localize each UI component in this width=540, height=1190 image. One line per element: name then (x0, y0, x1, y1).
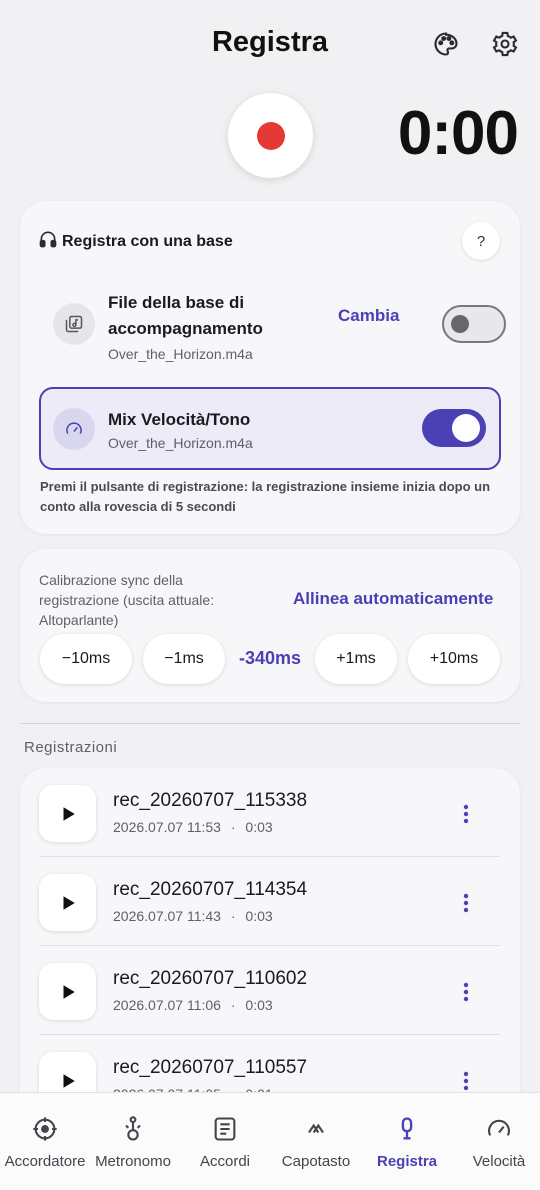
recording-date: 2026.07.07 11:53 (113, 819, 221, 835)
more-options-icon[interactable] (454, 800, 478, 828)
nav-label: Velocità (472, 1153, 526, 1170)
speed-icon (483, 1113, 515, 1145)
recording-duration: 0:03 (245, 819, 273, 835)
backing-file-row: File della base di accompagnamento Over_… (40, 286, 506, 371)
calibration-label: Calibrazione sync della registrazione (u… (39, 572, 215, 628)
tuner-icon (29, 1113, 61, 1145)
more-options-icon[interactable] (454, 889, 478, 917)
recording-duration: 0:03 (245, 908, 273, 924)
recording-name: rec_20260707_115338 (113, 790, 308, 811)
recordings-section-label: Registrazioni (24, 739, 118, 756)
record-button[interactable] (228, 93, 313, 178)
recording-name: rec_20260707_110602 (113, 968, 308, 989)
minus-10ms-button[interactable]: −10ms (40, 634, 132, 684)
app-header: Registra (0, 0, 540, 90)
recording-meta: 2026.07.07 11:06 · 0:03 (113, 997, 273, 1013)
headphones-icon (38, 229, 58, 254)
toggle-knob (452, 414, 480, 442)
play-button[interactable] (39, 963, 96, 1020)
toggle-knob (451, 315, 469, 333)
metronome-icon (117, 1113, 149, 1145)
backing-card-title: Registra con una base (38, 229, 233, 254)
backing-file-title: File della base di accompagnamento (108, 293, 263, 338)
capo-icon (300, 1113, 332, 1145)
list-item[interactable]: rec_20260707_110602 2026.07.07 11:06 · 0… (20, 946, 520, 1035)
recording-name: rec_20260707_110557 (113, 1057, 308, 1078)
play-button[interactable] (39, 874, 96, 931)
play-icon (63, 806, 75, 821)
auto-align-button[interactable]: Allinea automaticamente (293, 589, 493, 609)
play-icon (63, 895, 75, 910)
minus-1ms-button[interactable]: −1ms (143, 634, 225, 684)
recording-date: 2026.07.07 11:06 (113, 997, 221, 1013)
recording-meta: 2026.07.07 11:43 · 0:03 (113, 908, 273, 924)
section-divider (20, 723, 520, 724)
settings-gear-icon[interactable] (489, 28, 521, 60)
nav-label: Accordi (199, 1153, 251, 1170)
more-options-icon[interactable] (454, 978, 478, 1006)
recording-date: 2026.07.07 11:43 (113, 908, 221, 924)
backing-card-title-text: Registra con una base (62, 232, 233, 250)
palette-icon[interactable] (430, 28, 462, 60)
play-icon (63, 984, 75, 999)
backing-track-card: Registra con una base ? File della base … (20, 201, 520, 534)
nav-label: Metronomo (95, 1153, 171, 1170)
list-item[interactable]: rec_20260707_114354 2026.07.07 11:43 · 0… (20, 857, 520, 946)
recording-name: rec_20260707_114354 (113, 879, 308, 900)
mix-file-name: Over_the_Horizon.m4a (108, 435, 253, 451)
more-options-icon[interactable] (454, 1067, 478, 1095)
mix-title: Mix Velocità/Tono (108, 410, 251, 429)
sync-calibration-card: Calibrazione sync della registrazione (u… (20, 549, 520, 702)
chords-icon (209, 1113, 241, 1145)
list-item[interactable]: rec_20260707_115338 2026.07.07 11:53 · 0… (20, 768, 520, 857)
nav-item-metronomo[interactable]: Metronomo (88, 1093, 178, 1190)
speed-pitch-mix-row: Mix Velocità/Tono Over_the_Horizon.m4a (39, 387, 501, 470)
countdown-note: Premi il pulsante di registrazione: la r… (40, 479, 491, 514)
recording-timer: 0:00 (397, 99, 519, 168)
meta-separator: · (230, 908, 236, 924)
music-library-icon (53, 303, 95, 345)
nav-item-registra[interactable]: Registra (362, 1093, 452, 1190)
play-icon (63, 1073, 75, 1088)
sync-offset-value: -340ms (238, 648, 302, 668)
change-file-button[interactable]: Cambia (338, 306, 399, 326)
record-dot-icon (256, 121, 285, 150)
meta-separator: · (230, 819, 236, 835)
nav-label: Capotasto (281, 1153, 351, 1170)
recording-duration: 0:03 (245, 997, 273, 1013)
recordings-list: rec_20260707_115338 2026.07.07 11:53 · 0… (20, 768, 520, 1128)
backing-file-name: Over_the_Horizon.m4a (108, 346, 253, 362)
mic-icon (391, 1113, 423, 1145)
plus-10ms-button[interactable]: +10ms (408, 634, 500, 684)
help-button[interactable]: ? (462, 222, 500, 260)
mix-toggle[interactable] (422, 409, 486, 447)
bottom-navigation: Accordatore Metronomo Accordi Capotasto (0, 1092, 540, 1190)
play-button[interactable] (39, 785, 96, 842)
plus-1ms-button[interactable]: +1ms (315, 634, 397, 684)
speedometer-icon (53, 408, 95, 450)
nav-item-capotasto[interactable]: Capotasto (271, 1093, 361, 1190)
nav-item-velocita[interactable]: Velocità (454, 1093, 540, 1190)
recording-meta: 2026.07.07 11:53 · 0:03 (113, 819, 273, 835)
meta-separator: · (230, 997, 236, 1013)
backing-file-toggle[interactable] (442, 305, 506, 343)
nav-item-accordi[interactable]: Accordi (180, 1093, 270, 1190)
nav-item-accordatore[interactable]: Accordatore (0, 1093, 90, 1190)
nav-label: Registra (376, 1153, 438, 1170)
